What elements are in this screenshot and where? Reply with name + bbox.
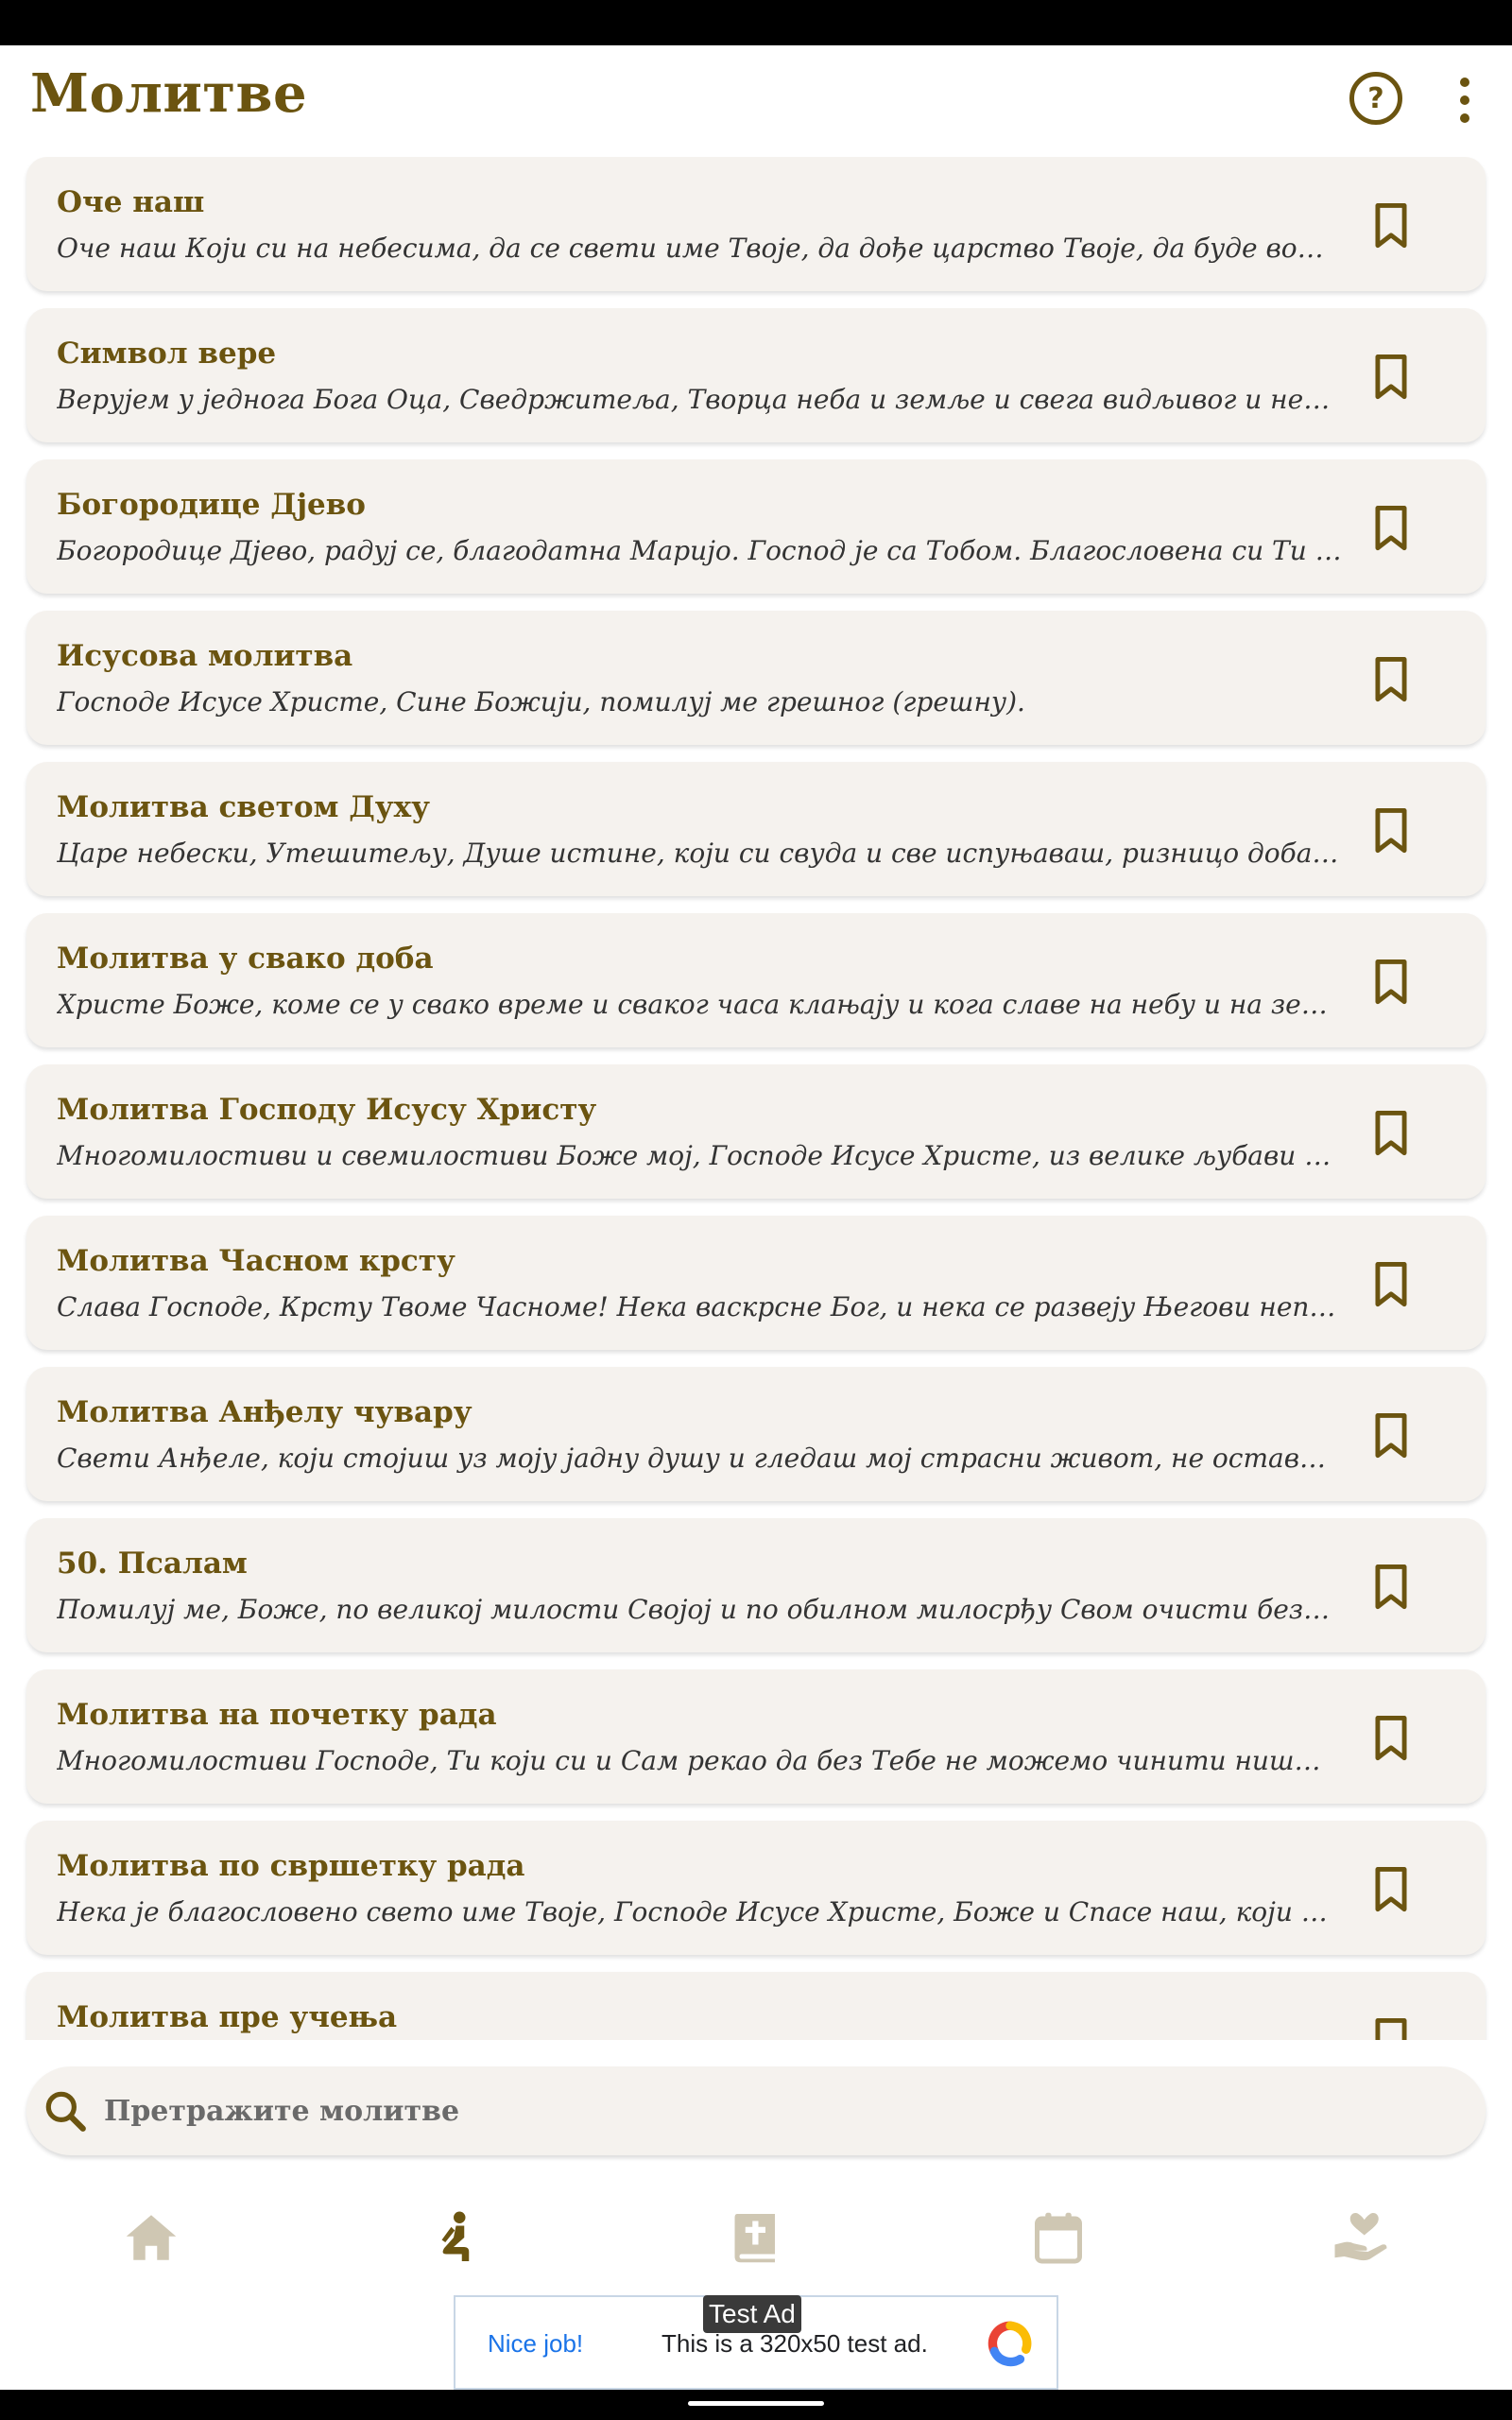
ad-cta-link[interactable]: Nice job!: [488, 2329, 583, 2359]
nav-calendar[interactable]: [1016, 2195, 1101, 2280]
bookmark-button[interactable]: [1366, 1562, 1416, 1611]
prayer-card[interactable]: Молитва пре учења: [26, 1972, 1486, 2040]
bookmark-icon: [1375, 354, 1407, 400]
nav-home[interactable]: [109, 2195, 194, 2280]
search-bar[interactable]: [26, 2066, 1486, 2155]
prayer-preview: Нека је благословено свето име Твоје, Го…: [57, 1896, 1342, 1927]
search-input[interactable]: [104, 2083, 1427, 2138]
prayer-card[interactable]: Молитва Часном крсту Слава Господе, Крсту…: [26, 1216, 1486, 1350]
prayer-preview: Многомилостиви и свемилостиви Боже мој, …: [57, 1140, 1342, 1171]
prayer-card[interactable]: Молитва по свршетку рада Нека је благосло…: [26, 1821, 1486, 1955]
calendar-icon: [1035, 2212, 1082, 2264]
more-options-button[interactable]: [1446, 74, 1484, 127]
bookmark-button[interactable]: [1366, 2015, 1416, 2040]
prayer-card[interactable]: Богородице Дјево Богородице Дјево, радуј …: [26, 459, 1486, 594]
bookmark-icon: [1375, 505, 1407, 551]
bookmark-icon: [1375, 1412, 1407, 1459]
prayer-preview: Богородице Дјево, радуј се, благодатна М…: [57, 535, 1342, 566]
bookmark-button[interactable]: [1366, 805, 1416, 855]
nav-bible[interactable]: [713, 2195, 799, 2280]
nav-prayers[interactable]: [411, 2195, 496, 2280]
bookmark-button[interactable]: [1366, 957, 1416, 1006]
test-ad-tag: Test Ad: [703, 2295, 801, 2333]
bookmark-icon: [1375, 807, 1407, 854]
bookmark-icon: [1375, 959, 1407, 1005]
bookmark-button[interactable]: [1366, 654, 1416, 703]
prayer-title: Молитва Часном крсту: [57, 1244, 455, 1278]
helping-hand-heart-icon: [1334, 2213, 1387, 2261]
prayer-preview: Оче наш Који си на небесима, да се свети…: [57, 233, 1342, 264]
bookmark-button[interactable]: [1366, 1410, 1416, 1460]
more-dot-icon: [1460, 78, 1469, 87]
prayer-preview: Царе небески, Утешитељу, Душе истине, ко…: [57, 838, 1342, 869]
bookmark-button[interactable]: [1366, 503, 1416, 552]
prayer-card[interactable]: Молитва Господу Исусу Христу Многомилости…: [26, 1064, 1486, 1199]
prayer-title: Молитва Анђелу чувару: [57, 1395, 472, 1429]
prayer-title: Молитва у свако доба: [57, 942, 434, 976]
prayer-card[interactable]: Молитва Анђелу чувару Свети Анђеле, који …: [26, 1367, 1486, 1501]
search-icon: [45, 2091, 86, 2132]
prayer-card[interactable]: Молитва светом Духу Царе небески, Утешите…: [26, 762, 1486, 896]
bookmark-button[interactable]: [1366, 200, 1416, 250]
bottom-navigation: [0, 2186, 1512, 2288]
prayer-preview: Свети Анђеле, који стојиш уз моју јадну …: [57, 1443, 1342, 1474]
prayer-card[interactable]: Молитва на почетку рада Многомилостиви Го…: [26, 1669, 1486, 1804]
prayer-title: Молитва на почетку рада: [57, 1698, 497, 1732]
home-icon: [126, 2215, 177, 2260]
prayer-preview: Господе Исусе Христе, Сине Божији, помил…: [57, 686, 1025, 717]
bookmark-icon: [1375, 202, 1407, 249]
prayer-title: Молитва Господу Исусу Христу: [57, 1093, 597, 1127]
app-header: Молитве ?: [0, 45, 1512, 157]
home-indicator[interactable]: [688, 2401, 824, 2406]
prayer-title: 50. Псалам: [57, 1547, 248, 1581]
prayer-preview: Слава Господе, Крсту Твоме Часноме! Нека…: [57, 1291, 1342, 1322]
prayer-title: Символ вере: [57, 337, 277, 371]
prayer-title: Молитва пре учења: [57, 2000, 398, 2034]
bookmark-icon: [1375, 1261, 1407, 1307]
status-bar: [0, 0, 1512, 45]
prayer-title: Исусова молитва: [57, 639, 353, 673]
nav-donate[interactable]: [1318, 2195, 1403, 2280]
prayer-preview: Многомилостиви Господе, Ти који си и Сам…: [57, 1745, 1342, 1776]
bookmark-icon: [1375, 1564, 1407, 1610]
prayer-list[interactable]: Оче наш Оче наш Који си на небесима, да с…: [0, 157, 1512, 2040]
prayer-title: Оче наш: [57, 185, 205, 219]
prayer-card[interactable]: Символ вере Верујем у једнога Бога Оца, С…: [26, 308, 1486, 442]
ad-text: This is a 320x50 test ad.: [662, 2329, 928, 2358]
bookmark-icon: [1375, 656, 1407, 702]
bookmark-button[interactable]: [1366, 1108, 1416, 1157]
ad-logo-icon: [988, 2321, 1032, 2367]
prayer-preview: Помилуј ме, Боже, по великој милости Сво…: [57, 1594, 1342, 1625]
bookmark-button[interactable]: [1366, 1259, 1416, 1308]
praying-person-icon: [441, 2211, 470, 2261]
bookmark-icon: [1375, 1715, 1407, 1761]
prayer-preview: Христе Боже, коме се у свако време и сва…: [57, 989, 1342, 1020]
prayer-card[interactable]: 50. Псалам Помилуј ме, Боже, по великој м…: [26, 1518, 1486, 1652]
prayer-title: Молитва по свршетку рада: [57, 1849, 525, 1883]
bookmark-icon: [1375, 2017, 1407, 2040]
bookmark-button[interactable]: [1366, 352, 1416, 401]
prayer-card[interactable]: Исусова молитва Господе Исусе Христе, Син…: [26, 611, 1486, 745]
prayer-card[interactable]: Молитва у свако доба Христе Боже, коме се…: [26, 913, 1486, 1047]
bible-icon: [734, 2214, 775, 2263]
page-title: Молитве: [30, 62, 308, 125]
help-button[interactable]: ?: [1349, 72, 1402, 125]
prayer-title: Молитва светом Духу: [57, 790, 430, 824]
help-icon: ?: [1367, 81, 1384, 115]
prayer-card[interactable]: Оче наш Оче наш Који си на небесима, да с…: [26, 157, 1486, 291]
more-dot-icon: [1460, 95, 1469, 105]
prayer-preview: Верујем у једнога Бога Оца, Сведржитеља,…: [57, 384, 1342, 415]
bookmark-icon: [1375, 1866, 1407, 1912]
bookmark-button[interactable]: [1366, 1713, 1416, 1762]
more-dot-icon: [1460, 113, 1469, 123]
bookmark-button[interactable]: [1366, 1864, 1416, 1913]
prayer-title: Богородице Дјево: [57, 488, 366, 522]
bookmark-icon: [1375, 1110, 1407, 1156]
